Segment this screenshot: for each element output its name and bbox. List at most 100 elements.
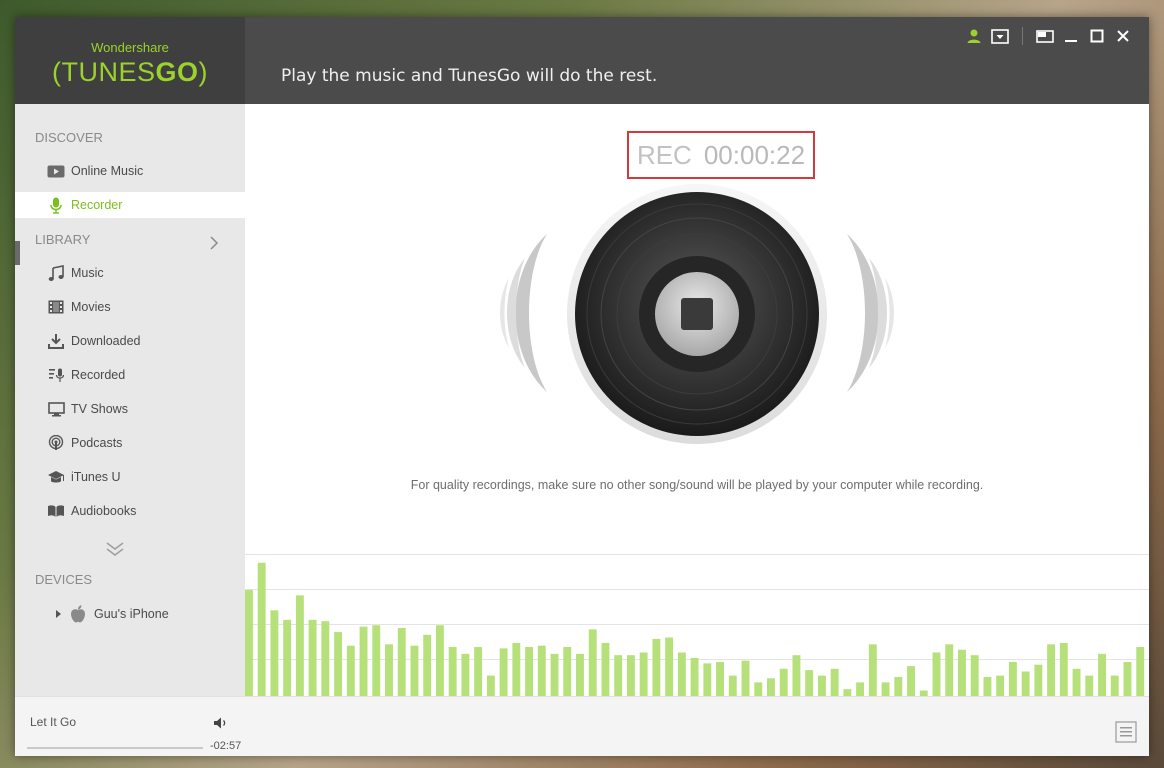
viz-bar [588,629,597,696]
viz-bar [1098,653,1106,696]
viz-bar [1008,662,1017,696]
sidebar-item-label: TV Shows [71,402,128,416]
sidebar-item-label: Downloaded [71,334,141,348]
viz-bar [283,619,292,696]
volume-icon[interactable] [213,715,229,734]
brand-name-bold: GO [155,57,199,87]
sidebar-item-itunes-u[interactable]: iTunes U [15,464,245,490]
sidebar-item-movies[interactable]: Movies [15,294,245,320]
download-icon [47,333,65,349]
device-item-iphone[interactable]: Guu's iPhone [15,601,245,627]
rec-timer: REC 00:00:22 [627,131,815,179]
brand-name: (TUNESGO) [51,57,209,87]
viz-bar [1123,662,1132,696]
viz-bar [1136,647,1145,696]
viz-bar [652,638,661,696]
logo: Wondershare (TUNESGO) [15,17,245,104]
user-icon[interactable] [964,27,984,45]
sidebar-item-tv-shows[interactable]: TV Shows [15,396,245,422]
sidebar-item-recorder[interactable]: Recorder [15,192,245,218]
viz-bar [334,632,343,696]
viz-bar [397,628,406,696]
film-icon [47,299,65,315]
viz-bar [767,678,775,696]
maximize-icon[interactable] [1087,27,1107,45]
rec-label: REC [636,139,692,170]
apple-icon [70,605,86,623]
sidebar-item-music[interactable]: Music [15,260,245,286]
viz-bar [359,626,368,696]
sidebar-item-audiobooks[interactable]: Audiobooks [15,498,245,524]
viz-bar [728,675,737,696]
viz-bar [817,675,826,696]
viz-bar [690,657,699,696]
devices-header: DEVICES [35,572,93,587]
viz-bar [1085,675,1094,696]
playlist-icon[interactable] [1115,721,1137,747]
tv-icon [47,401,65,417]
controls-separator [1022,27,1023,45]
viz-bar [486,675,495,696]
audio-visualizer [245,554,1149,696]
viz-bar [257,562,266,696]
sidebar-item-label: Online Music [71,164,144,178]
header: Wondershare (TUNESGO) Play the music and… [15,17,1149,104]
window-controls [958,26,1133,46]
remaining-time: -02:57 [210,740,242,752]
viz-bar [996,675,1005,696]
sidebar-item-label: Recorder [71,198,123,212]
stop-button[interactable] [681,298,713,330]
sound-wave-left [500,234,547,392]
viz-bar [665,637,674,696]
sidebar-scroll-marker [15,241,20,265]
viz-bar [805,670,814,696]
viz-bar [1072,668,1081,696]
viz-bar [983,676,992,696]
recorded-icon [47,367,65,383]
book-icon [47,503,65,519]
progress-bar[interactable] [27,747,203,749]
viz-bar [372,625,381,696]
chevron-right-icon[interactable] [209,235,219,254]
viz-bar [295,595,304,696]
viz-bar [1047,644,1056,696]
minimize-icon[interactable] [1061,27,1081,45]
sidebar-item-online-music[interactable]: Online Music [15,158,245,184]
viz-bar [907,666,915,696]
double-chevron-down-icon[interactable] [105,541,125,561]
viz-bar [576,653,584,696]
viz-bar [461,653,470,696]
viz-bar [550,653,559,696]
viz-bar [614,655,623,696]
podcast-icon [47,435,65,451]
graduation-cap-icon [47,469,65,485]
sidebar: DISCOVER Online Music Recorder LIBRARY M… [15,104,245,696]
sidebar-item-podcasts[interactable]: Podcasts [15,430,245,456]
sidebar-item-downloaded[interactable]: Downloaded [15,328,245,354]
brand-name-light: TUNES [61,57,156,87]
viz-bar [525,647,533,696]
music-note-icon [47,265,65,281]
microphone-icon [47,197,65,214]
viz-bar [881,682,890,696]
viz-bar [474,647,483,696]
library-header: LIBRARY [35,232,91,247]
current-song: Let It Go [30,715,77,729]
viz-bar [779,668,788,696]
expand-arrow-icon[interactable] [55,609,62,619]
app-window: Wondershare (TUNESGO) Play the music and… [15,17,1149,756]
device-label: Guu's iPhone [94,607,169,621]
viz-bar [1059,642,1068,696]
play-icon [47,163,65,179]
viz-bar [1034,664,1043,696]
sidebar-item-label: Movies [71,300,111,314]
dropdown-icon[interactable] [990,27,1010,45]
brand-top: Wondershare [91,40,169,55]
sidebar-item-recorded[interactable]: Recorded [15,362,245,388]
sidebar-item-label: Recorded [71,368,126,382]
viz-bar [716,662,724,696]
close-icon[interactable] [1113,27,1133,45]
viz-bar [958,649,966,696]
mini-mode-icon[interactable] [1035,27,1055,45]
viz-bar [970,655,979,696]
